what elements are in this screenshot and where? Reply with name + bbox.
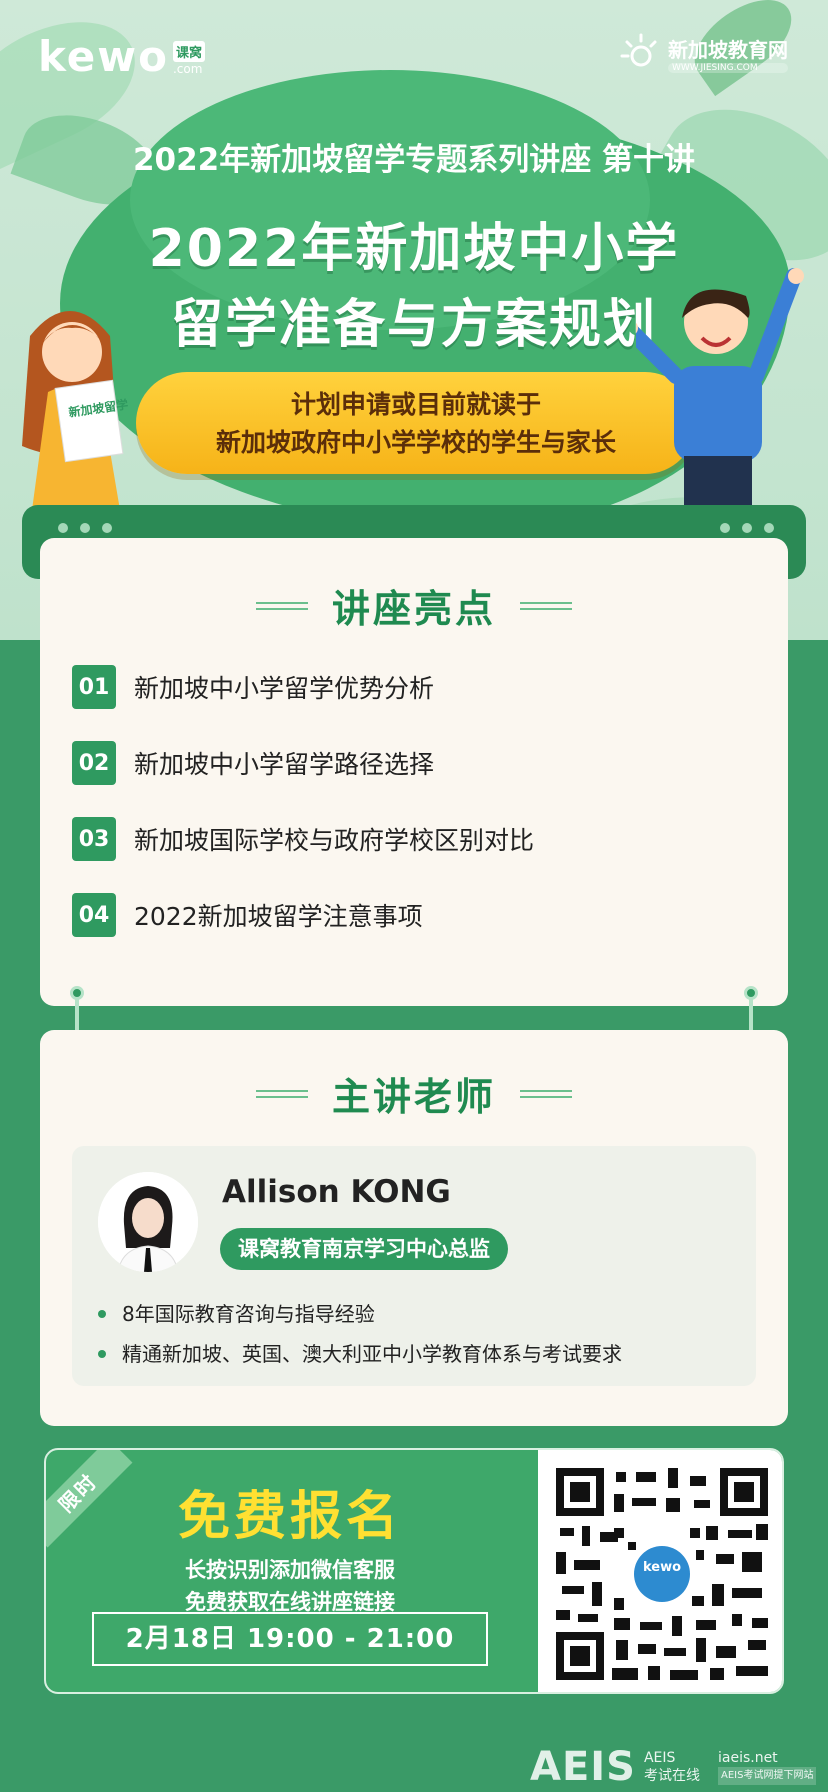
- partner-logo: 新加坡教育网 WWW.JIESING.COM: [620, 32, 788, 74]
- teacher-info-box: Allison KONG 课窝教育南京学习中心总监 8年国际教育咨询与指导经验 …: [72, 1146, 756, 1386]
- highlight-number: 01: [72, 665, 116, 709]
- kewo-logo-domain: .com: [172, 62, 203, 76]
- qr-code-panel[interactable]: kewo: [538, 1450, 782, 1692]
- teacher-heading: 主讲老师: [40, 1066, 788, 1121]
- teacher-portrait: [98, 1172, 198, 1272]
- aeis-logo: AEIS: [530, 1744, 636, 1790]
- highlight-item: 02 新加坡中小学留学路径选择: [72, 740, 752, 786]
- aeis-label: AEIS: [643, 1750, 676, 1766]
- audience-pill: 计划申请或目前就读于 新加坡政府中小学学校的学生与家长: [136, 372, 696, 474]
- highlights-title: 讲座亮点: [331, 587, 496, 631]
- rail-dots-right: [720, 523, 774, 533]
- kewo-logo-tag: 课窝 .com: [172, 41, 205, 76]
- audience-line1: 计划申请或目前就读于: [290, 390, 541, 419]
- kewo-logo-word: kewo: [38, 32, 169, 81]
- partner-url: WWW.JIESING.COM: [668, 62, 788, 73]
- highlight-text: 新加坡中小学留学路径选择: [134, 750, 435, 779]
- highlight-item: 01 新加坡中小学留学优势分析: [72, 664, 752, 710]
- highlight-number: 02: [72, 741, 116, 785]
- lecture-time: 2月18日 19:00 - 21:00: [92, 1612, 488, 1666]
- teacher-bullets: 8年国际教育咨询与指导经验 精通新加坡、英国、澳大利亚中小学教育体系与考试要求: [98, 1294, 622, 1374]
- teacher-bullet: 精通新加坡、英国、澳大利亚中小学教育体系与考试要求: [98, 1334, 622, 1374]
- aeis-site-note: AEIS考试网提下网站: [717, 1767, 817, 1785]
- aeis-tagline: 考试在线: [643, 1768, 700, 1784]
- aeis-site: iaeis.net: [717, 1750, 778, 1766]
- registration-panel: 限时 免费报名 长按识别添加微信客服 免费获取在线讲座链接 2月18日 19:0…: [44, 1448, 784, 1694]
- girl-illustration: 新加坡留学: [22, 311, 129, 510]
- highlight-item: 03 新加坡国际学校与政府学校区别对比: [72, 816, 752, 862]
- teacher-card: 主讲老师 Allison KONG 课窝教育南京学习中心总监 8年国际教育咨询与…: [40, 1030, 788, 1426]
- register-title: 免费报名: [177, 1487, 402, 1547]
- highlight-number: 03: [72, 817, 116, 861]
- highlights-list: 01 新加坡中小学留学优势分析 02 新加坡中小学留学路径选择 03 新加坡国际…: [72, 664, 752, 968]
- boy-illustration: [636, 268, 804, 510]
- avatar: [98, 1172, 198, 1272]
- sun-icon: [620, 33, 657, 67]
- partner-name: 新加坡教育网: [668, 37, 788, 62]
- highlight-text: 新加坡中小学留学优势分析: [134, 674, 435, 703]
- highlights-heading: 讲座亮点: [40, 578, 788, 633]
- teacher-title: 主讲老师: [331, 1075, 496, 1119]
- teacher-role-badge: 课窝教育南京学习中心总监: [220, 1228, 508, 1270]
- teacher-name: Allison KONG: [222, 1174, 451, 1210]
- highlight-text: 新加坡国际学校与政府学校区别对比: [134, 826, 535, 855]
- kewo-logo-cn: 课窝: [172, 41, 205, 62]
- highlight-item: 04 2022新加坡留学注意事项: [72, 892, 752, 938]
- register-subtitle: 长按识别添加微信客服: [185, 1558, 395, 1582]
- title-deco: [520, 599, 572, 613]
- qr-center-logo: kewo: [643, 1560, 681, 1575]
- kewo-logo: kewo 课窝 .com: [38, 32, 205, 78]
- highlights-card: 讲座亮点 01 新加坡中小学留学优势分析 02 新加坡中小学留学路径选择 03 …: [40, 538, 788, 1006]
- title-deco: [255, 599, 308, 613]
- aeis-watermark: AEIS AEIS 考试在线 iaeis.net AEIS考试网提下网站: [530, 1744, 817, 1790]
- title-deco: [255, 1087, 308, 1101]
- qr-code[interactable]: kewo: [556, 1468, 768, 1680]
- teacher-bullet: 8年国际教育咨询与指导经验: [98, 1294, 622, 1334]
- audience-line2: 新加坡政府中小学学校的学生与家长: [215, 428, 616, 457]
- title-deco: [520, 1087, 572, 1101]
- highlight-number: 04: [72, 893, 116, 937]
- highlight-text: 2022新加坡留学注意事项: [134, 902, 423, 931]
- rail-dots-left: [58, 523, 112, 533]
- series-subtitle: 2022年新加坡留学专题系列讲座 第十讲: [132, 142, 696, 178]
